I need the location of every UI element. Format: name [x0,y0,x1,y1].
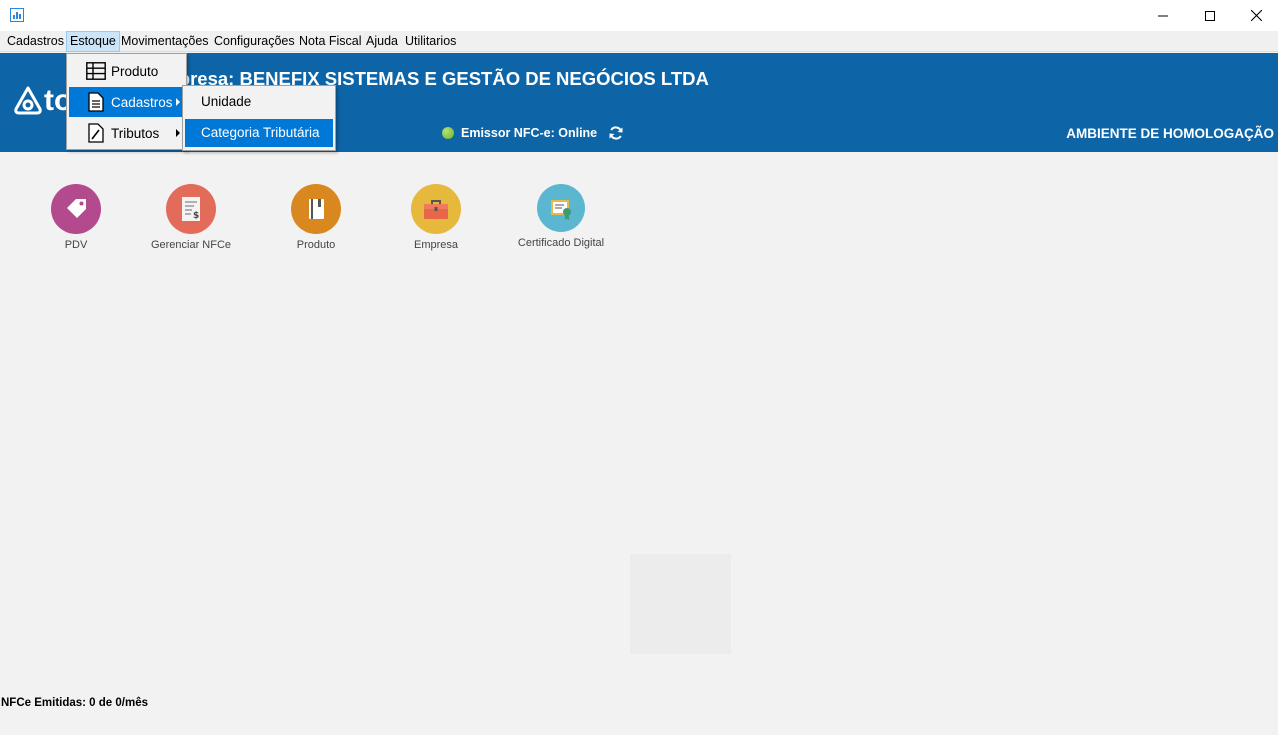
menu-item-tributos[interactable]: Tributos [69,118,184,148]
certificate-icon [537,184,585,232]
submenu-arrow-icon [176,98,180,106]
shortcut-label: Empresa [413,239,459,251]
menu-configuracoes[interactable]: Configurações [211,31,298,52]
menu-estoque[interactable]: Estoque [66,31,120,52]
cadastros-submenu: Unidade Categoria Tributária [182,85,336,151]
close-button[interactable] [1233,0,1278,31]
shortcut-gerenciar-nfce[interactable]: $ Gerenciar NFCe [136,184,246,251]
shortcut-label: Gerenciar NFCe [150,239,232,251]
maximize-icon [1205,10,1215,21]
estoque-dropdown: Produto Cadastros Tributos [66,53,187,150]
emissor-status-text: Emissor NFC-e: Online [461,126,598,140]
shortcut-certificado-digital[interactable]: Certificado Digital [506,184,616,249]
svg-text:$: $ [193,211,199,221]
menu-item-produto[interactable]: Produto [69,56,184,86]
tag-icon [51,184,101,234]
menu-utilitarios[interactable]: Utilitarios [402,31,459,52]
refresh-icon[interactable] [608,125,624,141]
shortcut-pdv[interactable]: PDV [21,184,131,251]
minimize-button[interactable] [1140,0,1186,31]
receipt-icon: $ [166,184,216,234]
shortcut-label: PDV [64,239,88,251]
briefcase-icon [411,184,461,234]
emissor-status: Emissor NFC-e: Online [442,124,624,142]
menu-nota-fiscal[interactable]: Nota Fiscal [296,31,365,52]
empty-panel [630,554,731,654]
menu-item-label: Produto [111,63,159,79]
submenu-item-unidade[interactable]: Unidade [185,88,333,116]
app-icon [10,8,24,22]
menu-movimentacoes[interactable]: Movimentações [118,31,212,52]
minimize-icon [1158,15,1168,16]
edit-document-icon [85,122,107,144]
shortcut-empresa[interactable]: Empresa [381,184,491,251]
menu-cadastros[interactable]: Cadastros [4,31,67,52]
environment-label: AMBIENTE DE HOMOLOGAÇÃO [1066,126,1274,141]
menu-item-cadastros[interactable]: Cadastros [69,87,184,117]
shortcut-label: Produto [296,239,336,251]
book-icon [291,184,341,234]
maximize-button[interactable] [1187,0,1233,31]
submenu-item-categoria-tributaria[interactable]: Categoria Tributária [185,119,333,147]
status-online-icon [442,127,454,139]
grid-list-icon [85,60,107,82]
submenu-arrow-icon [176,129,180,137]
shortcut-label: Certificado Digital [517,237,605,249]
menu-ajuda[interactable]: Ajuda [363,31,401,52]
logo-icon [14,86,42,115]
nfce-count-status: NFCe Emitidas: 0 de 0/mês [1,697,148,709]
title-bar [0,0,1278,31]
menu-bar: Cadastros Estoque Movimentações Configur… [0,31,1278,52]
close-icon [1250,10,1262,21]
document-icon [85,91,107,113]
menu-item-label: Cadastros [111,94,173,110]
menu-item-label: Tributos [111,125,160,141]
shortcut-produto[interactable]: Produto [261,184,371,251]
